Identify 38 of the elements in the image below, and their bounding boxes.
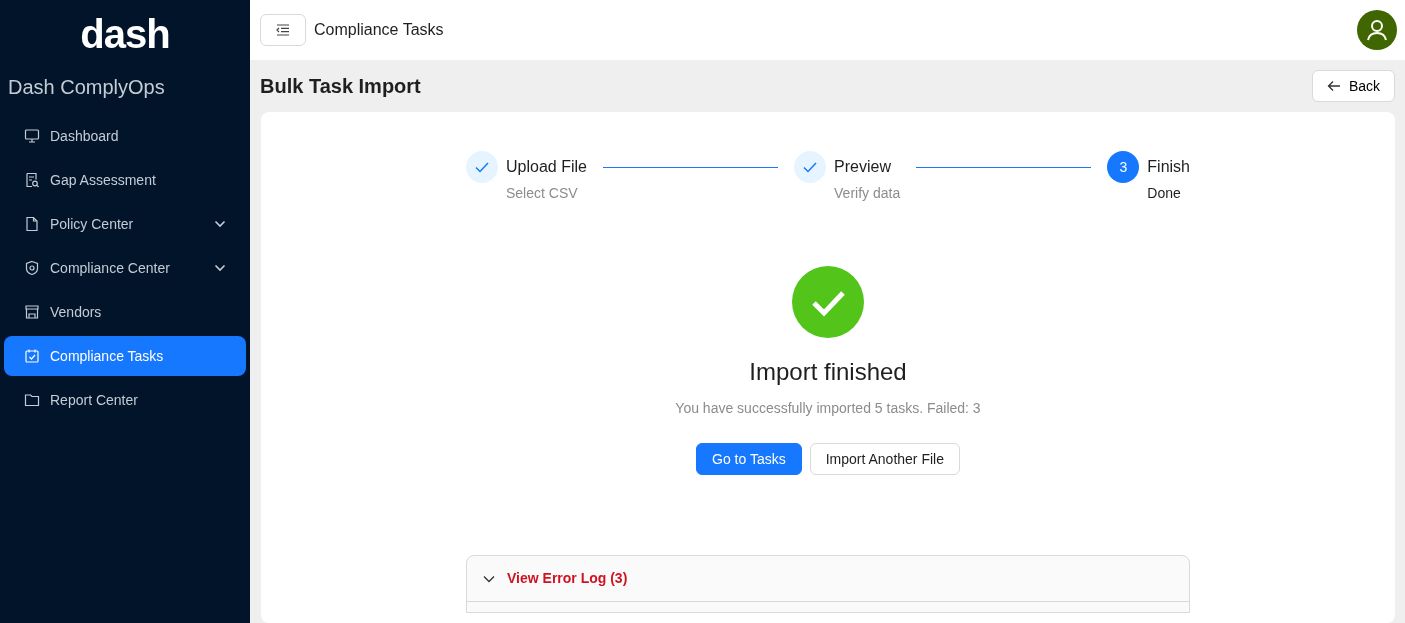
- shop-icon: [24, 304, 40, 320]
- section-title: Bulk Task Import: [260, 74, 421, 99]
- step-title: Preview: [834, 157, 892, 177]
- nav-item[interactable]: Dashboard: [4, 116, 246, 156]
- nav-item[interactable]: Compliance Tasks: [4, 336, 246, 376]
- arrow-left-icon: [1326, 80, 1341, 92]
- result-title: Import finished: [749, 357, 907, 387]
- back-button[interactable]: Back: [1311, 70, 1395, 102]
- logo: dash: [80, 14, 170, 58]
- monitor-icon: [24, 128, 40, 144]
- action-button[interactable]: Import Another File: [809, 443, 960, 475]
- shield-icon: [24, 260, 40, 276]
- avatar-button[interactable]: [1357, 10, 1397, 50]
- success-icon: [792, 266, 864, 338]
- step-description: Select CSV: [506, 184, 579, 203]
- nav-item[interactable]: Policy Center: [4, 204, 246, 244]
- step-title: Upload File: [506, 157, 587, 177]
- folder-icon: [24, 392, 40, 408]
- step-description: Done: [1147, 184, 1182, 203]
- nav-item[interactable]: Vendors: [4, 292, 246, 332]
- chevron-down-icon: [483, 574, 495, 583]
- error-log-label: View Error Log (3): [507, 569, 628, 588]
- action-button[interactable]: Go to Tasks: [696, 443, 802, 475]
- nav-item[interactable]: Report Center: [4, 380, 246, 420]
- result-message: You have successfully imported 5 tasks. Failed: 3: [675, 399, 981, 418]
- calendar-check-icon: [24, 348, 40, 364]
- file-icon: [24, 216, 40, 232]
- step-title: Finish: [1147, 157, 1190, 177]
- menu-toggle-button[interactable]: [260, 14, 306, 46]
- step-description: Verify data: [834, 184, 901, 203]
- user-icon: [1366, 19, 1388, 41]
- app-name: Dash ComplyOps: [8, 76, 165, 98]
- page-title: Compliance Tasks: [314, 20, 444, 40]
- menu-icon: [276, 24, 290, 36]
- nav-item[interactable]: Compliance Center: [4, 248, 246, 288]
- step-number: 3: [1107, 151, 1140, 183]
- nav-item[interactable]: Gap Assessment: [4, 160, 246, 200]
- report-search-icon: [24, 172, 40, 188]
